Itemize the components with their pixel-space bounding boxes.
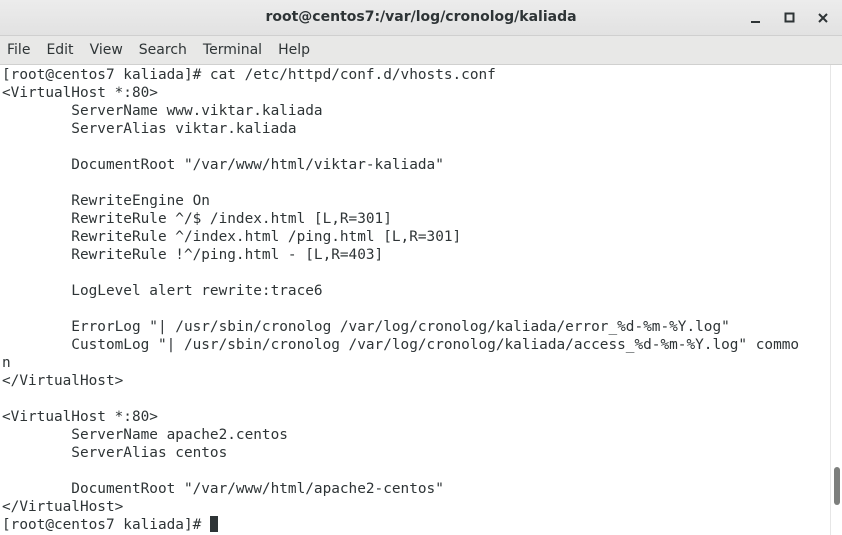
menu-view[interactable]: View: [82, 36, 131, 64]
terminal-line: RewriteRule !^/ping.html - [L,R=403]: [2, 247, 384, 263]
terminal-line: CustomLog "| /usr/sbin/cronolog /var/log…: [2, 337, 800, 353]
scrollbar-thumb[interactable]: [834, 467, 840, 505]
menu-help[interactable]: Help: [270, 36, 318, 64]
close-icon: [818, 13, 828, 23]
terminal-line: RewriteEngine On: [2, 193, 210, 209]
menu-terminal[interactable]: Terminal: [195, 36, 270, 64]
terminal-line: [root@centos7 kaliada]# cat /etc/httpd/c…: [2, 67, 496, 83]
terminal-line: DocumentRoot "/var/www/html/apache2-cent…: [2, 481, 444, 497]
minimize-button[interactable]: [745, 7, 767, 29]
title-bar[interactable]: root@centos7:/var/log/cronolog/kaliada: [0, 0, 842, 36]
menu-edit[interactable]: Edit: [38, 36, 81, 64]
terminal-line: ErrorLog "| /usr/sbin/cronolog /var/log/…: [2, 319, 730, 335]
terminal-line: </VirtualHost>: [2, 373, 124, 389]
terminal-line: n: [2, 355, 11, 371]
maximize-button[interactable]: [779, 7, 801, 29]
terminal-line: DocumentRoot "/var/www/html/viktar-kalia…: [2, 157, 444, 173]
terminal-line: ServerName www.viktar.kaliada: [2, 103, 323, 119]
terminal-line: <VirtualHost *:80>: [2, 409, 158, 425]
terminal-line: [root@centos7 kaliada]#: [2, 516, 799, 534]
menu-file[interactable]: File: [0, 36, 38, 64]
menu-search[interactable]: Search: [131, 36, 195, 64]
terminal-line: <VirtualHost *:80>: [2, 85, 158, 101]
terminal-line: ServerAlias viktar.kaliada: [2, 121, 297, 137]
terminal-text: [root@centos7 kaliada]# cat /etc/httpd/c…: [2, 66, 799, 534]
text-cursor: [209, 516, 218, 532]
maximize-icon: [784, 12, 795, 23]
terminal-window: root@centos7:/var/log/cronolog/kaliada F…: [0, 0, 842, 535]
terminal-output[interactable]: [root@centos7 kaliada]# cat /etc/httpd/c…: [0, 65, 830, 535]
terminal-line: LogLevel alert rewrite:trace6: [2, 283, 323, 299]
scrollbar[interactable]: [830, 65, 842, 535]
terminal-line: RewriteRule ^/$ /index.html [L,R=301]: [2, 211, 392, 227]
minimize-icon: [751, 21, 760, 23]
terminal-line: </VirtualHost>: [2, 499, 124, 515]
terminal-line: ServerAlias centos: [2, 445, 228, 461]
menu-bar: File Edit View Search Terminal Help: [0, 36, 842, 65]
terminal-line: ServerName apache2.centos: [2, 427, 288, 443]
window-title: root@centos7:/var/log/cronolog/kaliada: [265, 9, 577, 25]
close-button[interactable]: [812, 7, 834, 29]
terminal-line: RewriteRule ^/index.html /ping.html [L,R…: [2, 229, 462, 245]
